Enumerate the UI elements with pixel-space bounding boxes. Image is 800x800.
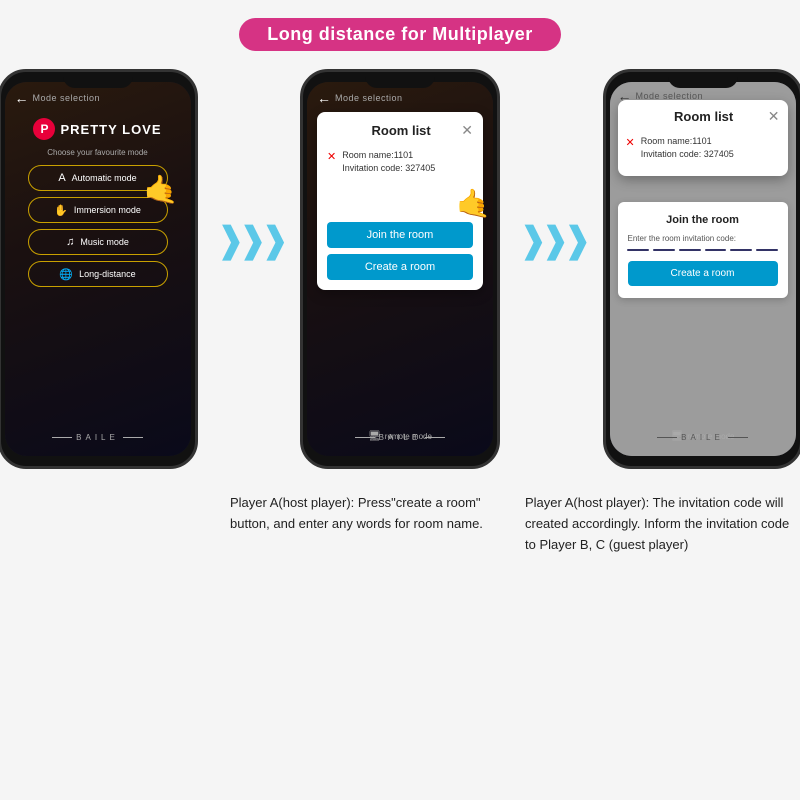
immersion-icon: ✋ — [54, 204, 68, 217]
hand-pointer-icon: 🤙 — [144, 173, 179, 206]
code-dash-6 — [756, 249, 778, 251]
baile-text-2: BAILE — [379, 433, 422, 442]
immersion-mode-label: Immersion mode — [74, 205, 141, 215]
room-list-header-2: Room list ✕ — [626, 108, 780, 125]
room-x-2-icon: ✕ — [626, 136, 635, 149]
brand-name: PRETTY LOVE — [60, 122, 161, 137]
baile-line-left-3 — [657, 437, 677, 438]
room-list-title: Room list — [341, 123, 461, 138]
brand-icon: P — [33, 118, 55, 140]
instruction-2-text: Player A(host player): The invitation co… — [525, 495, 789, 552]
hand-pointer-2-icon: 🤙 — [456, 187, 491, 220]
join-room-button[interactable]: Join the room — [327, 222, 473, 248]
code-dash-4 — [705, 249, 727, 251]
create-room-button[interactable]: Create a room 🤙 — [327, 254, 473, 280]
instruction-1-text: Player A(host player): Press"create a ro… — [230, 495, 483, 531]
long-distance-mode-label: Long-distance — [79, 269, 136, 279]
room-info-2: Room name:1101 Invitation code: 327405 — [641, 135, 734, 160]
room-info: Room name:1101 Invitation code: 327405 — [342, 149, 435, 174]
arrow-1: ❱❱❱ — [216, 219, 283, 261]
arrow-1-text: ❱❱❱ — [216, 219, 283, 261]
instruction-2: Player A(host player): The invitation co… — [525, 493, 790, 555]
choose-text: Choose your favourite mode — [47, 148, 148, 157]
mode-selection-label-2: Mode selection — [335, 93, 403, 103]
invite-code-2: Invitation code: 327405 — [641, 148, 734, 161]
screen-2-content: ← Mode selection Room list ✕ ✕ Room name… — [307, 82, 493, 456]
room-list-dialog-2: Room list ✕ ✕ Room name:1101 Invitation … — [618, 100, 788, 176]
code-dash-1 — [627, 249, 649, 251]
room-name: Room name:1101 — [342, 149, 435, 162]
code-dashes — [628, 249, 778, 251]
code-dash-5 — [730, 249, 752, 251]
code-dash-2 — [653, 249, 675, 251]
back-arrow-2-icon[interactable]: ← — [317, 90, 331, 106]
long-distance-icon: 🌐 — [59, 268, 73, 281]
phone-1-notch — [63, 72, 133, 88]
phone-3-screen: ← Mode selection Room list ✕ ✕ Room name… — [610, 82, 796, 456]
baile-line-right-3 — [728, 437, 748, 438]
invite-code: Invitation code: 327405 — [342, 162, 435, 175]
phone-1: ← Mode selection P PRETTY LOVE Choose yo… — [0, 69, 198, 469]
room-list-header: Room list ✕ — [327, 122, 473, 139]
join-room-box: Join the room Enter the room invitation … — [618, 202, 788, 298]
phone-2-notch — [365, 72, 435, 88]
baile-footer-1: BAILE — [52, 433, 143, 442]
automatic-icon: A — [58, 172, 65, 184]
baile-line-right — [123, 437, 143, 438]
baile-line-right-2 — [425, 437, 445, 438]
room-name-2: Room name:1101 — [641, 135, 734, 148]
phone-1-screen: ← Mode selection P PRETTY LOVE Choose yo… — [5, 82, 191, 456]
baile-text-1: BAILE — [76, 433, 119, 442]
room-x-icon: ✕ — [327, 150, 336, 163]
mode-selection-label-1: Mode selection — [33, 93, 101, 103]
room-list-title-2: Room list — [640, 109, 768, 124]
close-dialog-2-icon[interactable]: ✕ — [768, 108, 780, 125]
room-list-dialog: Room list ✕ ✕ Room name:1101 Invitation … — [317, 112, 483, 290]
room-item-2: ✕ Room name:1101 Invitation code: 327405 — [626, 135, 780, 160]
phone-2-screen: ← Mode selection Room list ✕ ✕ Room name… — [307, 82, 493, 456]
instructions-container: Player A(host player): Press"create a ro… — [230, 493, 790, 555]
screen-1-content: ← Mode selection P PRETTY LOVE Choose yo… — [5, 82, 191, 456]
phone-3: ← Mode selection Room list ✕ ✕ Room name… — [603, 69, 800, 469]
mode-selection-label-3: Mode selection — [636, 91, 704, 101]
phones-container: ← Mode selection P PRETTY LOVE Choose yo… — [0, 69, 800, 469]
brand-logo: P PRETTY LOVE — [33, 118, 161, 140]
close-dialog-icon[interactable]: ✕ — [461, 122, 473, 139]
back-arrow-icon[interactable]: ← — [15, 90, 29, 106]
phone-2: ← Mode selection Room list ✕ ✕ Room name… — [300, 69, 500, 469]
arrow-2: ❱❱❱ — [518, 219, 585, 261]
automatic-mode-label: Automatic mode — [72, 173, 137, 183]
arrow-2-text: ❱❱❱ — [518, 219, 585, 261]
invite-code-label: Enter the room invitation code: — [628, 234, 778, 243]
page-title: Long distance for Multiplayer — [239, 18, 561, 51]
code-dash-3 — [679, 249, 701, 251]
music-mode-btn[interactable]: ♫ Music mode — [28, 229, 168, 255]
baile-footer-2: BAILE — [355, 433, 446, 442]
create-room-label: Create a room — [365, 261, 435, 273]
back-arrow-3-icon[interactable]: ← — [618, 88, 632, 104]
create-room-button-2[interactable]: Create a room — [628, 261, 778, 286]
baile-text-3: BAILE — [681, 433, 724, 442]
baile-line-left — [52, 437, 72, 438]
screen-3-content: ← Mode selection Room list ✕ ✕ Room name… — [610, 82, 796, 456]
music-mode-label: Music mode — [80, 237, 129, 247]
baile-footer-3: BAILE — [657, 433, 748, 442]
baile-line-left-2 — [355, 437, 375, 438]
instruction-1: Player A(host player): Press"create a ro… — [230, 493, 495, 555]
music-icon: ♫ — [66, 236, 74, 248]
phone-3-notch — [668, 72, 738, 88]
long-distance-mode-btn[interactable]: 🌐 Long-distance 🤙 — [28, 261, 168, 287]
join-room-box-title: Join the room — [628, 214, 778, 226]
room-item: ✕ Room name:1101 Invitation code: 327405 — [327, 149, 473, 174]
